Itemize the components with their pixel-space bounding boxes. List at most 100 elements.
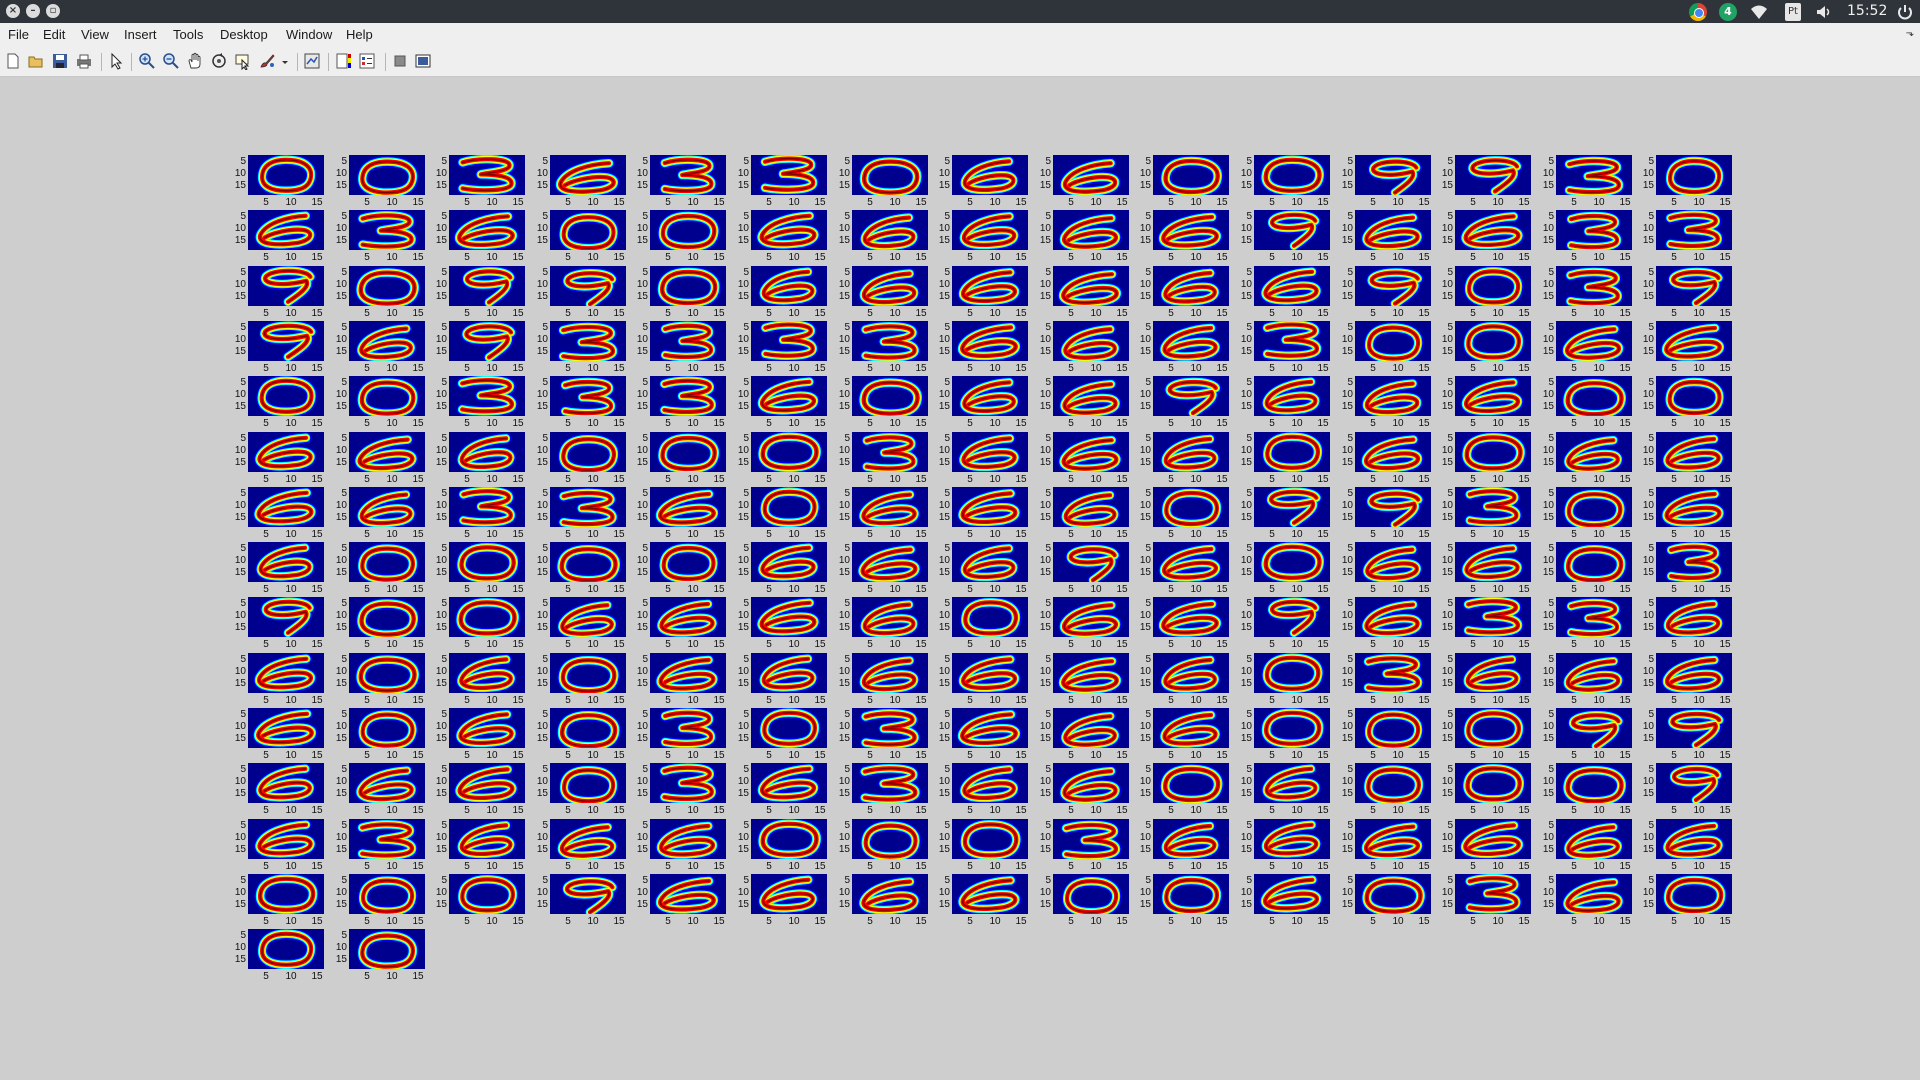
menu-edit[interactable]: Edit <box>43 27 65 42</box>
digit-subplot[interactable]: 5 10 15 5 10 15 <box>1238 485 1339 540</box>
digit-subplot[interactable]: 5 10 15 5 10 15 <box>1037 208 1138 263</box>
digit-subplot[interactable]: 5 10 15 5 10 15 <box>836 208 937 263</box>
digit-subplot[interactable]: 5 10 15 5 10 15 <box>936 761 1037 816</box>
zoom-out-icon[interactable] <box>162 52 180 70</box>
digit-subplot[interactable]: 5 10 15 5 10 15 <box>333 208 434 263</box>
digit-subplot[interactable]: 5 10 15 5 10 15 <box>634 761 735 816</box>
digit-subplot[interactable]: 5 10 15 5 10 15 <box>1640 595 1741 650</box>
digit-subplot[interactable]: 5 10 15 5 10 15 <box>1137 706 1238 761</box>
digit-subplot[interactable]: 5 10 15 5 10 15 <box>936 374 1037 429</box>
digit-subplot[interactable]: 5 10 15 5 10 15 <box>433 153 534 208</box>
digit-subplot[interactable]: 5 10 15 5 10 15 <box>1439 485 1540 540</box>
digit-subplot[interactable]: 5 10 15 5 10 15 <box>1640 761 1741 816</box>
digit-subplot[interactable]: 5 10 15 5 10 15 <box>1137 651 1238 706</box>
menu-insert[interactable]: Insert <box>124 27 157 42</box>
digit-subplot[interactable]: 5 10 15 5 10 15 <box>936 208 1037 263</box>
colorbar-icon[interactable] <box>335 52 353 70</box>
digit-subplot[interactable]: 5 10 15 5 10 15 <box>1640 651 1741 706</box>
menu-view[interactable]: View <box>81 27 109 42</box>
digit-subplot[interactable]: 5 10 15 5 10 15 <box>836 706 937 761</box>
digit-subplot[interactable]: 5 10 15 5 10 15 <box>1540 319 1641 374</box>
notification-badge-icon[interactable]: 4 <box>1719 3 1737 21</box>
digit-subplot[interactable]: 5 10 15 5 10 15 <box>1037 706 1138 761</box>
digit-subplot[interactable]: 5 10 15 5 10 15 <box>1540 651 1641 706</box>
digit-subplot[interactable]: 5 10 15 5 10 15 <box>433 651 534 706</box>
digit-subplot[interactable]: 5 10 15 5 10 15 <box>534 153 635 208</box>
digit-subplot[interactable]: 5 10 15 5 10 15 <box>1339 540 1440 595</box>
digit-subplot[interactable]: 5 10 15 5 10 15 <box>634 153 735 208</box>
digit-subplot[interactable]: 5 10 15 5 10 15 <box>1238 153 1339 208</box>
digit-subplot[interactable]: 5 10 15 5 10 15 <box>232 264 333 319</box>
digit-subplot[interactable]: 5 10 15 5 10 15 <box>232 595 333 650</box>
digit-subplot[interactable]: 5 10 15 5 10 15 <box>534 595 635 650</box>
show-plot-tools-icon[interactable] <box>414 52 432 70</box>
digit-subplot[interactable]: 5 10 15 5 10 15 <box>936 153 1037 208</box>
menu-help[interactable]: Help <box>346 27 373 42</box>
digit-subplot[interactable]: 5 10 15 5 10 15 <box>1137 319 1238 374</box>
brush-dropdown-icon[interactable] <box>280 52 290 70</box>
digit-subplot[interactable]: 5 10 15 5 10 15 <box>534 651 635 706</box>
digit-subplot[interactable]: 5 10 15 5 10 15 <box>1339 319 1440 374</box>
digit-subplot[interactable]: 5 10 15 5 10 15 <box>634 872 735 927</box>
digit-subplot[interactable]: 5 10 15 5 10 15 <box>634 651 735 706</box>
digit-subplot[interactable]: 5 10 15 5 10 15 <box>1037 374 1138 429</box>
digit-subplot[interactable]: 5 10 15 5 10 15 <box>534 208 635 263</box>
digit-subplot[interactable]: 5 10 15 5 10 15 <box>1037 651 1138 706</box>
chrome-icon[interactable] <box>1689 3 1707 21</box>
volume-icon[interactable] <box>1815 3 1833 21</box>
digit-subplot[interactable]: 5 10 15 5 10 15 <box>936 264 1037 319</box>
digit-subplot[interactable]: 5 10 15 5 10 15 <box>1540 595 1641 650</box>
digit-subplot[interactable]: 5 10 15 5 10 15 <box>1540 264 1641 319</box>
digit-subplot[interactable]: 5 10 15 5 10 15 <box>1439 651 1540 706</box>
digit-subplot[interactable]: 5 10 15 5 10 15 <box>232 374 333 429</box>
digit-subplot[interactable]: 5 10 15 5 10 15 <box>1439 761 1540 816</box>
digit-subplot[interactable]: 5 10 15 5 10 15 <box>936 651 1037 706</box>
digit-subplot[interactable]: 5 10 15 5 10 15 <box>1037 872 1138 927</box>
digit-subplot[interactable]: 5 10 15 5 10 15 <box>1640 319 1741 374</box>
digit-subplot[interactable]: 5 10 15 5 10 15 <box>1238 872 1339 927</box>
digit-subplot[interactable]: 5 10 15 5 10 15 <box>534 264 635 319</box>
digit-subplot[interactable]: 5 10 15 5 10 15 <box>1037 485 1138 540</box>
digit-subplot[interactable]: 5 10 15 5 10 15 <box>1339 761 1440 816</box>
print-icon[interactable] <box>75 52 93 70</box>
digit-subplot[interactable]: 5 10 15 5 10 15 <box>836 651 937 706</box>
digit-subplot[interactable]: 5 10 15 5 10 15 <box>1640 374 1741 429</box>
digit-subplot[interactable]: 5 10 15 5 10 15 <box>1238 540 1339 595</box>
dock-arrow-icon[interactable]: ⬎ <box>1906 28 1914 39</box>
digit-subplot[interactable]: 5 10 15 5 10 15 <box>433 817 534 872</box>
digit-subplot[interactable]: 5 10 15 5 10 15 <box>836 264 937 319</box>
digit-subplot[interactable]: 5 10 15 5 10 15 <box>735 153 836 208</box>
digit-subplot[interactable]: 5 10 15 5 10 15 <box>1137 485 1238 540</box>
digit-subplot[interactable]: 5 10 15 5 10 15 <box>333 651 434 706</box>
digit-subplot[interactable]: 5 10 15 5 10 15 <box>1037 595 1138 650</box>
digit-subplot[interactable]: 5 10 15 5 10 15 <box>232 485 333 540</box>
digit-subplot[interactable]: 5 10 15 5 10 15 <box>534 430 635 485</box>
digit-subplot[interactable]: 5 10 15 5 10 15 <box>1540 540 1641 595</box>
digit-subplot[interactable]: 5 10 15 5 10 15 <box>433 872 534 927</box>
digit-subplot[interactable]: 5 10 15 5 10 15 <box>333 927 434 982</box>
digit-subplot[interactable]: 5 10 15 5 10 15 <box>333 761 434 816</box>
digit-subplot[interactable]: 5 10 15 5 10 15 <box>1540 817 1641 872</box>
digit-subplot[interactable]: 5 10 15 5 10 15 <box>836 430 937 485</box>
digit-subplot[interactable]: 5 10 15 5 10 15 <box>1137 208 1238 263</box>
digit-subplot[interactable]: 5 10 15 5 10 15 <box>1540 208 1641 263</box>
digit-subplot[interactable]: 5 10 15 5 10 15 <box>1339 485 1440 540</box>
digit-subplot[interactable]: 5 10 15 5 10 15 <box>735 208 836 263</box>
new-figure-icon[interactable] <box>4 52 22 70</box>
digit-subplot[interactable]: 5 10 15 5 10 15 <box>1238 595 1339 650</box>
digit-subplot[interactable]: 5 10 15 5 10 15 <box>1439 595 1540 650</box>
digit-subplot[interactable]: 5 10 15 5 10 15 <box>1037 153 1138 208</box>
digit-subplot[interactable]: 5 10 15 5 10 15 <box>634 208 735 263</box>
digit-subplot[interactable]: 5 10 15 5 10 15 <box>1339 706 1440 761</box>
edit-plot-icon[interactable] <box>108 52 126 70</box>
digit-subplot[interactable]: 5 10 15 5 10 15 <box>634 485 735 540</box>
digit-subplot[interactable]: 5 10 15 5 10 15 <box>433 485 534 540</box>
digit-subplot[interactable]: 5 10 15 5 10 15 <box>1540 872 1641 927</box>
digit-subplot[interactable]: 5 10 15 5 10 15 <box>1439 872 1540 927</box>
digit-subplot[interactable]: 5 10 15 5 10 15 <box>1640 208 1741 263</box>
brush-icon[interactable] <box>258 52 276 70</box>
digit-subplot[interactable]: 5 10 15 5 10 15 <box>1439 430 1540 485</box>
digit-subplot[interactable]: 5 10 15 5 10 15 <box>634 817 735 872</box>
open-file-icon[interactable] <box>27 52 45 70</box>
digit-subplot[interactable]: 5 10 15 5 10 15 <box>534 706 635 761</box>
